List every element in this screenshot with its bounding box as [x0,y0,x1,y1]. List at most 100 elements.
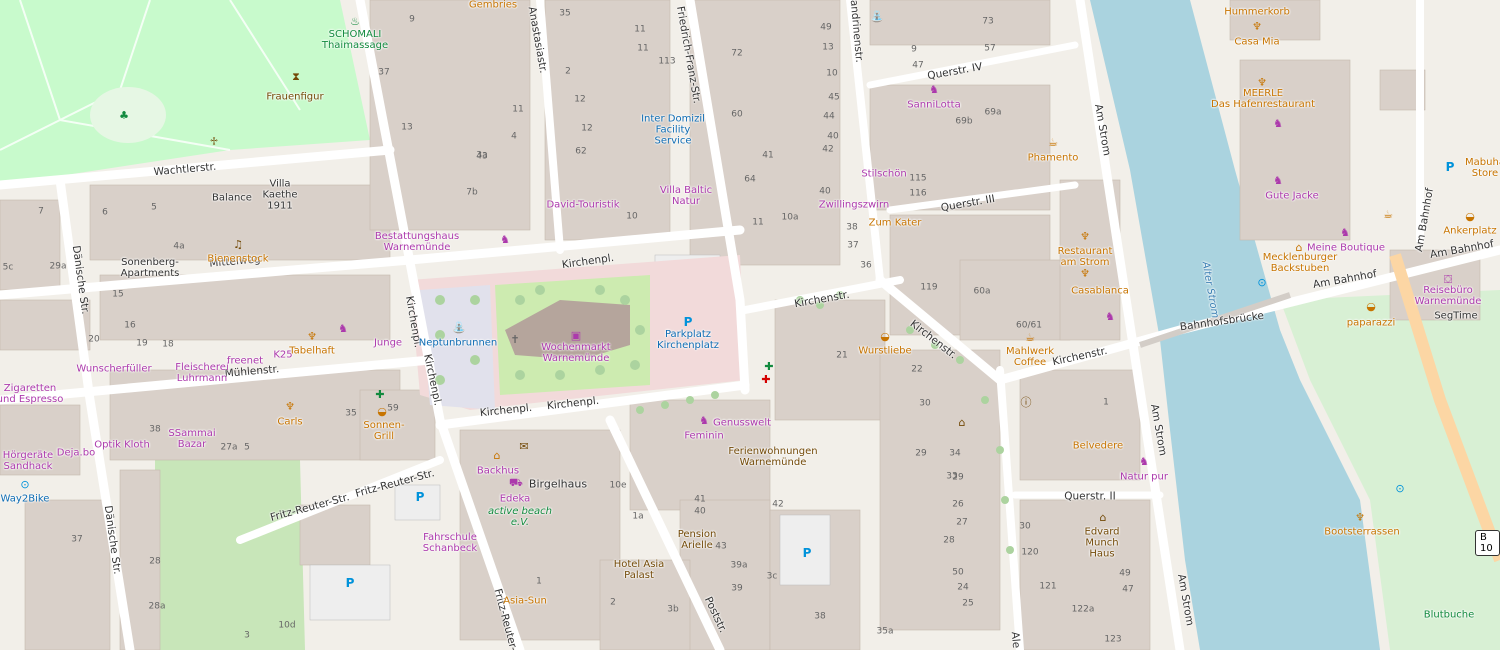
poi-pension-arielle[interactable]: Pension Arielle [678,529,717,551]
music-icon[interactable]: ♫ [232,239,244,251]
parking-icon[interactable]: P [684,315,693,329]
poi-hoergeraete[interactable]: Hörgeräte Sandhack [3,450,53,472]
clothes-icon[interactable]: ♞ [1138,456,1150,468]
clothes-icon[interactable]: ♞ [499,234,511,246]
bicycle-parking-icon[interactable]: ⊙ [1256,277,1268,289]
restaurant-icon[interactable]: ♆ [1251,21,1263,33]
bicycle-rental-icon[interactable]: ⊙ [19,479,31,491]
travel-agency-icon[interactable]: ⛋ [1442,274,1454,286]
bakery-icon[interactable]: ⌂ [1293,242,1305,254]
restaurant-icon[interactable]: ♆ [1354,512,1366,524]
poi-fleischerei[interactable]: Fleischerei Luhrmann [175,362,228,384]
parking-icon[interactable]: P [1446,160,1455,174]
info-icon[interactable]: ⓘ [1020,397,1032,409]
poi-sonnen-grill[interactable]: Sonnen- Grill [363,420,404,442]
poi-zigaretten[interactable]: Zigaretten und Espresso [0,383,63,405]
parking-icon[interactable]: P [803,546,812,560]
supermarket-icon[interactable]: ⛟ [509,477,523,489]
poi-schomali[interactable]: SCHOMALI Thaimassage [322,29,388,51]
poi-way2bike[interactable]: Way2Bike [1,494,50,505]
poi-zum-kater[interactable]: Zum Kater [869,218,922,229]
clothes-icon[interactable]: ♞ [1272,175,1284,187]
museum-icon[interactable]: ⌂ [1097,512,1109,524]
poi-paparazzi[interactable]: paparazzi [1347,318,1395,329]
poi-edeka[interactable]: Edeka [500,494,531,505]
poi-bootsterrassen[interactable]: Bootsterrassen [1324,527,1399,538]
poi-bienenstock[interactable]: Bienenstock [207,254,268,265]
poi-backhus[interactable]: Backhus [477,466,519,477]
playground-icon[interactable]: ♣ [118,110,130,122]
poi-reisebuero[interactable]: Reisebüro Warnemünde [1415,285,1482,307]
poi-wunscherfueller[interactable]: Wunscherfüller [76,364,151,375]
poi-hotel-asia[interactable]: Hotel Asia Palast [614,559,665,581]
poi-sannilotta[interactable]: SanniLotta [907,100,960,111]
poi-asia-sun[interactable]: Asia-Sun [503,596,547,607]
clothes-icon[interactable]: ♞ [928,84,940,96]
fastfood-icon[interactable]: ◒ [1365,301,1377,313]
poi-gembries[interactable]: Gembries [469,0,517,11]
clothes-icon[interactable]: ♞ [698,415,710,427]
toilets-icon[interactable]: ♱ [208,136,220,148]
restaurant-icon[interactable]: ♆ [284,401,296,413]
poi-casablanca[interactable]: Casablanca [1071,286,1129,297]
fountain-icon[interactable]: ⛲ [870,11,884,23]
poi-junge[interactable]: Junge [374,338,402,349]
pharmacy-icon[interactable]: ✚ [374,389,386,401]
clothes-icon[interactable]: ♞ [1272,118,1284,130]
poi-fahrschule[interactable]: Fahrschule Schanbeck [423,532,477,554]
poi-ankerplatz[interactable]: Ankerplatz [1443,226,1496,237]
post-box-icon[interactable]: ✉ [518,441,530,453]
restaurant-icon[interactable]: ♆ [1256,77,1268,89]
poi-belvedere[interactable]: Belvedere [1073,441,1123,452]
poi-blutbuche[interactable]: Blutbuche [1424,610,1475,621]
cafe-icon[interactable]: ☕ [1047,137,1059,149]
poi-meerle[interactable]: MEERLE Das Hafenrestaurant [1211,88,1315,110]
doctor-icon[interactable]: ✚ [760,374,772,386]
fastfood-icon[interactable]: ◒ [376,406,388,418]
cafe-icon[interactable]: ☕ [1382,209,1394,221]
poi-feminin[interactable]: Feminin [684,431,723,442]
poi-mecklenburger[interactable]: Mecklenburger Backstuben [1263,252,1338,274]
poi-stilschoen[interactable]: Stilschön [861,169,906,180]
cafe-icon[interactable]: ☕ [1024,332,1036,344]
poi-carls[interactable]: Carls [277,417,302,428]
clothes-icon[interactable]: ♞ [337,323,349,335]
poi-inter-domizil[interactable]: Inter Domizil Facility Service [641,114,705,147]
poi-edvard-munch-haus[interactable]: Edvard Munch Haus [1085,527,1120,560]
massage-icon[interactable]: ♨ [349,16,361,28]
poi-ferienwohnungen[interactable]: Ferienwohnungen Warnemünde [728,446,817,468]
map-canvas[interactable]: Wachtlerstr. Mittelweg Mühlenstr. Kirche… [0,0,1500,650]
restaurant-icon[interactable]: ♆ [1079,268,1091,280]
poi-deja-bo[interactable]: Deja.bo [57,448,95,459]
poi-genusswelt[interactable]: Genusswelt [713,418,771,429]
poi-tabelhaft[interactable]: Tabelhaft [289,346,335,357]
poi-gute-jacke[interactable]: Gute Jacke [1265,191,1319,202]
bicycle-parking-icon[interactable]: ⊙ [1394,483,1406,495]
fastfood-icon[interactable]: ◒ [879,331,891,343]
poi-freenet[interactable]: freenet [227,356,263,367]
fastfood-icon[interactable]: ◒ [1464,211,1476,223]
poi-mahlwerk[interactable]: Mahlwerk Coffee [1006,346,1054,368]
parking-icon[interactable]: P [416,490,425,504]
clothes-icon[interactable]: ♞ [1339,227,1351,239]
poi-frauenfigur[interactable]: Frauenfigur [266,92,323,103]
poi-hummerkorb[interactable]: Hummerkorb [1224,7,1290,18]
bakery-icon[interactable]: ⌂ [491,450,503,462]
artwork-icon[interactable]: ⧗ [290,71,302,83]
poi-phamento[interactable]: Phamento [1028,153,1079,164]
poi-optik-kloth[interactable]: Optik Kloth [94,440,150,451]
poi-segtime[interactable]: SegTime [1434,311,1477,322]
poi-villa-baltic[interactable]: Villa Baltic Natur [660,185,712,207]
poi-wurstliebe[interactable]: Wurstliebe [858,346,911,357]
poi-wochenmarkt[interactable]: Wochenmarkt Warnemünde [541,342,610,364]
poi-parkplatz-kirchenplatz[interactable]: Parkplatz Kirchenplatz [657,329,719,351]
parking-icon[interactable]: P [346,576,355,590]
poi-restaurant-am-strom[interactable]: Restaurant am Strom [1058,246,1113,268]
poi-casa-mia[interactable]: Casa Mia [1234,37,1279,48]
museum-icon[interactable]: ⌂ [956,417,968,429]
poi-mabuhay[interactable]: Mabuha Store [1465,157,1500,179]
clothes-icon[interactable]: ♞ [1104,311,1116,323]
poi-active-beach[interactable]: active beach e.V. [488,506,552,528]
restaurant-icon[interactable]: ♆ [306,331,318,343]
poi-david-touristik[interactable]: David-Touristik [546,200,619,211]
